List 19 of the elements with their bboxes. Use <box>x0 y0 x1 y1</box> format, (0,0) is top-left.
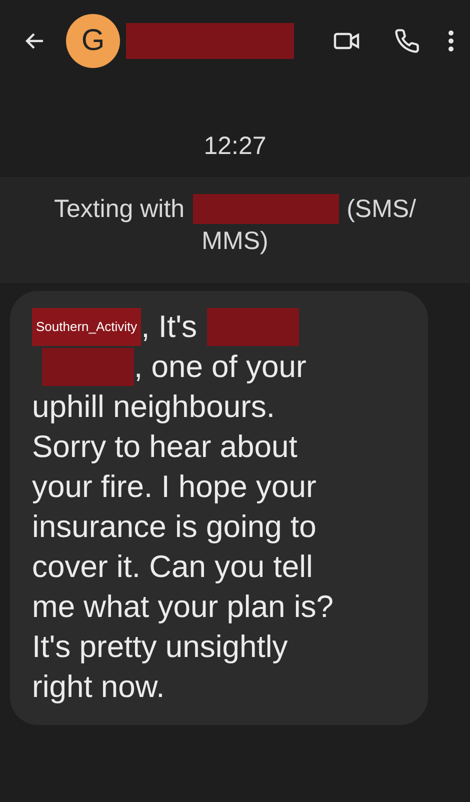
more-dots-icon <box>448 29 454 53</box>
message-text: , It's <box>141 308 198 346</box>
message-text: your fire. I hope your <box>32 468 316 506</box>
message-text: me what your plan is? <box>32 588 334 626</box>
message-text: , one of your <box>134 348 306 386</box>
banner-text: Texting with <box>54 194 185 225</box>
message-text: cover it. Can you tell <box>32 548 313 586</box>
banner-text: (SMS/ <box>346 194 416 225</box>
message-text: uphill neighbours. <box>32 388 276 426</box>
message-text: It's pretty unsightly <box>32 628 288 666</box>
message-text: Sorry to hear about <box>32 428 298 466</box>
message-time: 12:27 <box>204 132 266 161</box>
name-tag: Southern_Activity <box>32 308 142 346</box>
phone-icon <box>394 28 420 54</box>
contact-avatar[interactable]: G <box>66 14 120 68</box>
message-text: insurance is going to <box>32 508 316 546</box>
message-text: right now. <box>32 668 165 706</box>
phone-call-button[interactable] <box>392 26 422 56</box>
banner-text: MMS) <box>202 226 268 257</box>
